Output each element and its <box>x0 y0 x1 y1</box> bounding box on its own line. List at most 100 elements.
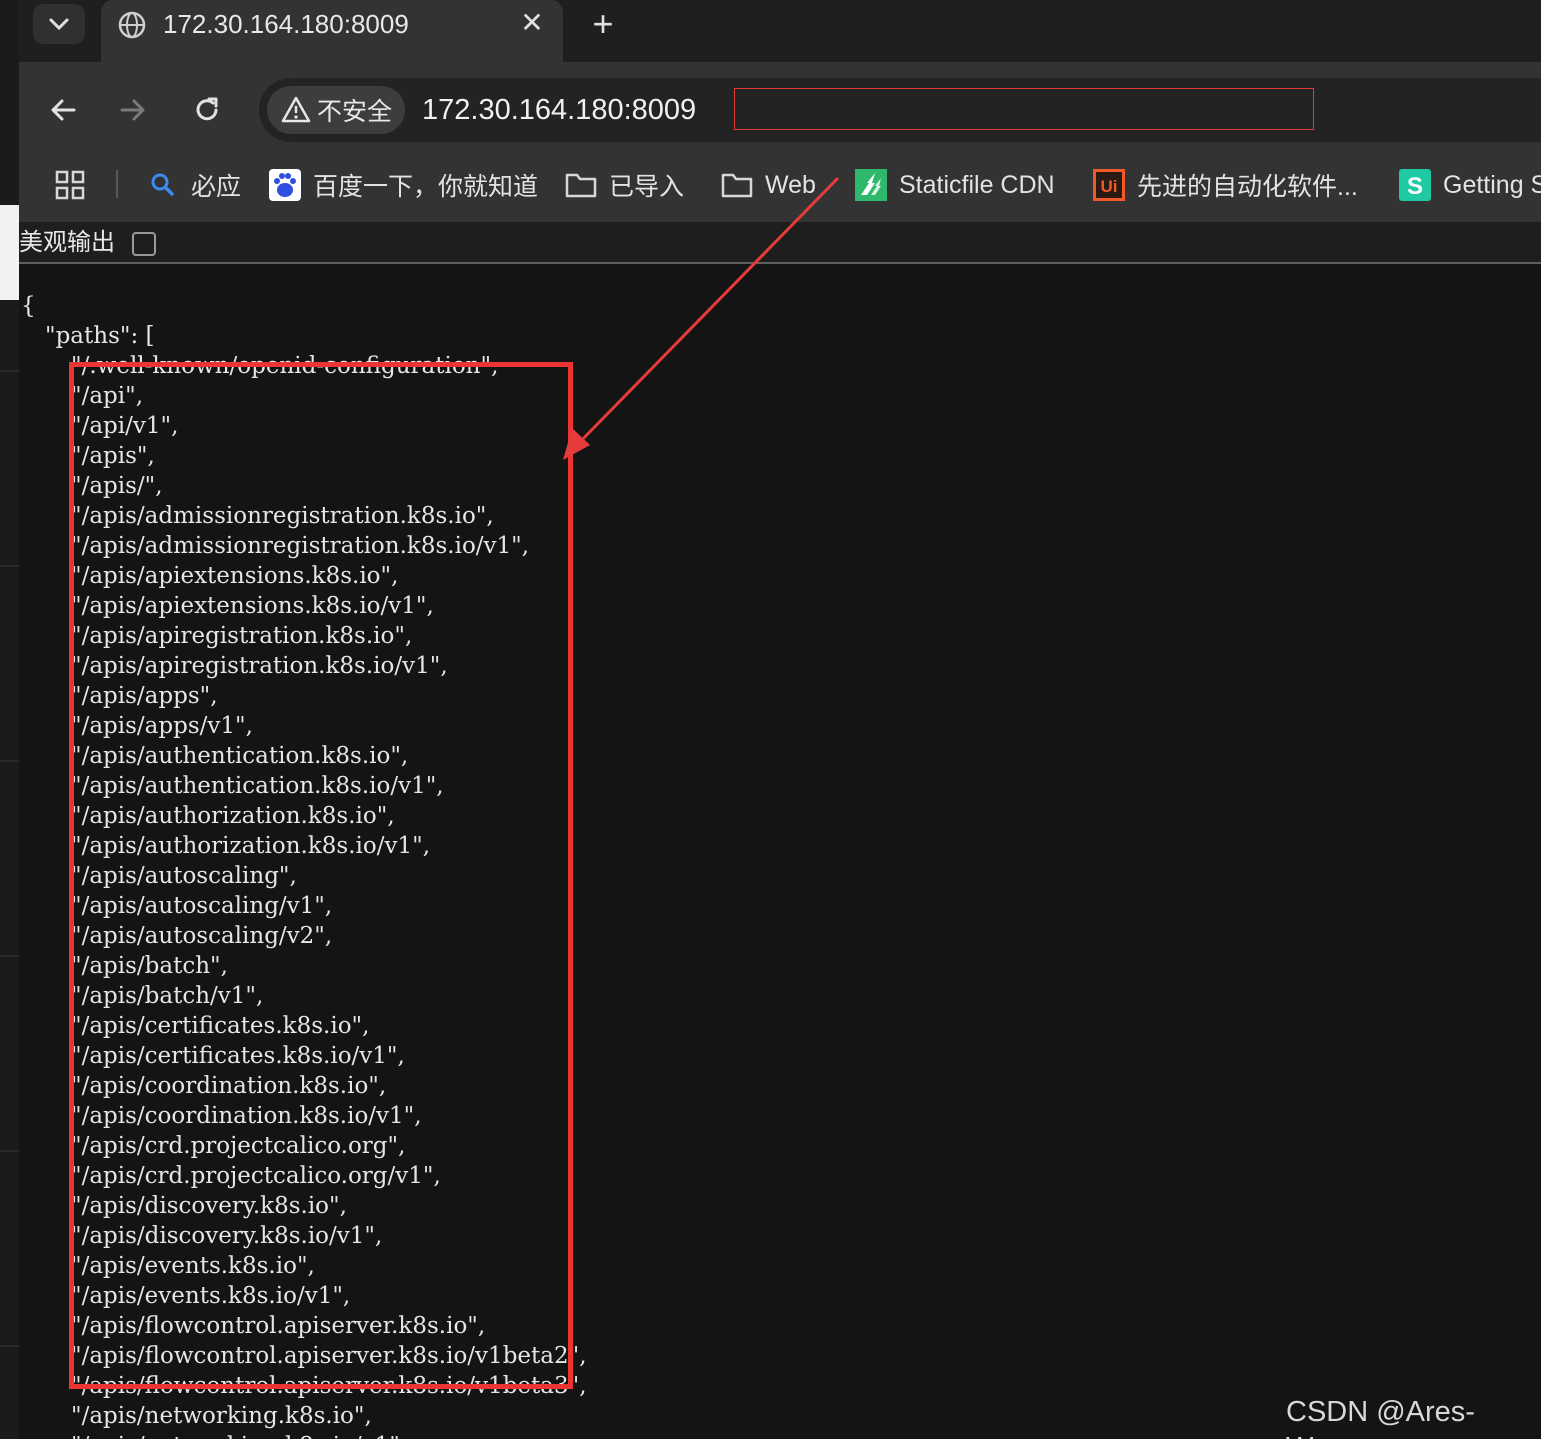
json-path-entry: "/apis/batch", <box>71 953 228 979</box>
reload-button[interactable] <box>185 88 229 132</box>
chevron-down-icon <box>49 18 69 31</box>
background-window-divider <box>0 955 19 957</box>
json-path-entry: "/apis/coordination.k8s.io/v1", <box>71 1103 422 1129</box>
pretty-print-bar: 美观输出 <box>19 222 1541 264</box>
bookmark-label: 已导入 <box>609 173 685 201</box>
json-path-entry: "/apis/autoscaling/v2", <box>71 923 333 949</box>
bookmark-folder-web[interactable]: Web <box>721 166 816 204</box>
folder-icon <box>565 169 597 201</box>
json-path-entry: "/apis/admissionregistration.k8s.io", <box>71 503 494 529</box>
tab-title: 172.30.164.180:8009 <box>163 9 409 39</box>
url-text[interactable]: 172.30.164.180:8009 <box>422 90 696 130</box>
bookmark-bing[interactable]: 必应 <box>147 166 241 204</box>
json-path-entry: "/apis/discovery.k8s.io", <box>71 1193 347 1219</box>
json-path-entry: "/apis/networking.k8s.io/v1", <box>71 1431 407 1439</box>
address-bar[interactable]: 不安全 172.30.164.180:8009 <box>259 78 1541 142</box>
bookmark-divider <box>116 170 118 198</box>
background-window-edge <box>0 0 19 1439</box>
s-logo-icon: S <box>1399 169 1431 201</box>
bookmark-uipath[interactable]: Ui 先进的自动化软件... <box>1093 166 1358 204</box>
svg-text:S: S <box>1407 173 1423 200</box>
back-button[interactable] <box>41 88 85 132</box>
json-path-entry: "/apis/apps", <box>71 683 218 709</box>
close-icon[interactable]: ✕ <box>517 8 547 38</box>
background-window-divider <box>0 1150 19 1152</box>
json-path-entry: "/apis/apiregistration.k8s.io", <box>71 623 413 649</box>
background-window-divider <box>0 370 19 372</box>
json-path-entry: "/apis/apiregistration.k8s.io/v1", <box>71 653 448 679</box>
bookmarks-bar: 必应 百度一下，你就知道 已导入 Web Staticfile CDN Ui 先… <box>19 158 1541 222</box>
json-paths-key: "paths": [ <box>45 323 155 349</box>
json-path-entry: "/apis/networking.k8s.io", <box>71 1403 372 1429</box>
watermark: CSDN @Ares-Wang <box>1286 1396 1475 1439</box>
apps-button[interactable] <box>55 166 85 204</box>
json-path-entry: "/api", <box>71 383 144 409</box>
tab-active[interactable]: 172.30.164.180:8009 ✕ <box>101 0 563 62</box>
redaction-box <box>734 88 1314 130</box>
arrow-right-icon <box>120 99 145 121</box>
json-path-entry: "/apis/authorization.k8s.io/v1", <box>71 833 431 859</box>
json-path-entry: "/apis/discovery.k8s.io/v1", <box>71 1223 383 1249</box>
json-path-entry: "/apis/autoscaling/v1", <box>71 893 333 919</box>
folder-icon <box>721 169 753 201</box>
json-path-entry: "/apis/", <box>71 473 163 499</box>
json-path-entry: "/apis/apps/v1", <box>71 713 253 739</box>
bookmark-label: Web <box>765 170 816 199</box>
json-path-entry: "/apis/apiextensions.k8s.io/v1", <box>71 593 434 619</box>
new-tab-button[interactable]: + <box>585 4 621 44</box>
bookmark-label: 百度一下，你就知道 <box>313 173 539 201</box>
json-path-entry: "/apis/events.k8s.io/v1", <box>71 1283 351 1309</box>
bookmark-label: 先进的自动化软件... <box>1137 173 1358 201</box>
arrow-left-icon <box>51 99 76 121</box>
json-path-entry: "/.well-known/openid-configuration", <box>71 353 499 379</box>
bookmark-staticfile[interactable]: Staticfile CDN <box>855 166 1055 204</box>
json-path-entry: "/apis/certificates.k8s.io", <box>71 1013 370 1039</box>
bookmark-folder-imported[interactable]: 已导入 <box>565 166 684 204</box>
json-path-entry: "/apis/coordination.k8s.io", <box>71 1073 387 1099</box>
security-chip[interactable]: 不安全 <box>267 86 405 134</box>
uipath-icon: Ui <box>1093 169 1125 201</box>
json-path-entry: "/apis/events.k8s.io", <box>71 1253 315 1279</box>
bookmark-getting-started[interactable]: S Getting S <box>1399 166 1541 204</box>
json-viewer: { "paths": [ "/.well-known/openid-config… <box>19 266 1541 1439</box>
json-path-entry: "/apis/flowcontrol.apiserver.k8s.io/v1be… <box>71 1373 587 1399</box>
browser-toolbar: 不安全 172.30.164.180:8009 <box>19 62 1541 158</box>
json-path-entry: "/apis/batch/v1", <box>71 983 264 1009</box>
tab-strip: 172.30.164.180:8009 ✕ + <box>19 0 1541 62</box>
json-path-entry: "/apis", <box>71 443 155 469</box>
apps-grid-icon <box>55 170 85 200</box>
security-label: 不安全 <box>317 98 393 126</box>
json-path-entry: "/apis/autoscaling", <box>71 863 297 889</box>
pretty-print-checkbox[interactable] <box>132 232 156 256</box>
pretty-print-label: 美观输出 <box>19 229 115 256</box>
json-path-entry: "/apis/flowcontrol.apiserver.k8s.io", <box>71 1313 486 1339</box>
background-window-divider <box>0 565 19 567</box>
baidu-icon <box>269 169 301 201</box>
background-window-divider <box>0 1345 19 1347</box>
svg-text:Ui: Ui <box>1101 177 1118 196</box>
warning-icon <box>281 96 311 123</box>
staticfile-icon <box>855 169 887 201</box>
bookmark-baidu[interactable]: 百度一下，你就知道 <box>269 166 538 204</box>
globe-icon <box>118 11 146 39</box>
reload-icon <box>196 97 218 121</box>
background-window-divider <box>0 760 19 762</box>
bookmark-label: 必应 <box>191 173 242 201</box>
json-path-entry: "/apis/authentication.k8s.io/v1", <box>71 773 444 799</box>
json-path-entry: "/api/v1", <box>71 413 179 439</box>
bookmark-label: Staticfile CDN <box>899 170 1055 199</box>
forward-button[interactable] <box>111 88 155 132</box>
background-window-fragment <box>0 205 19 300</box>
bookmark-label: Getting S <box>1443 170 1541 199</box>
json-path-entry: "/apis/admissionregistration.k8s.io/v1", <box>71 533 530 559</box>
json-path-entry: "/apis/authentication.k8s.io", <box>71 743 409 769</box>
search-icon <box>147 169 179 201</box>
json-open-brace: { <box>21 293 36 319</box>
json-path-entry: "/apis/apiextensions.k8s.io", <box>71 563 399 589</box>
json-path-entry: "/apis/authorization.k8s.io", <box>71 803 395 829</box>
json-path-entry: "/apis/crd.projectcalico.org/v1", <box>71 1163 441 1189</box>
json-path-entry: "/apis/crd.projectcalico.org", <box>71 1133 406 1159</box>
tab-search-button[interactable] <box>33 4 85 44</box>
json-path-entry: "/apis/flowcontrol.apiserver.k8s.io/v1be… <box>71 1343 587 1369</box>
json-path-entry: "/apis/certificates.k8s.io/v1", <box>71 1043 405 1069</box>
